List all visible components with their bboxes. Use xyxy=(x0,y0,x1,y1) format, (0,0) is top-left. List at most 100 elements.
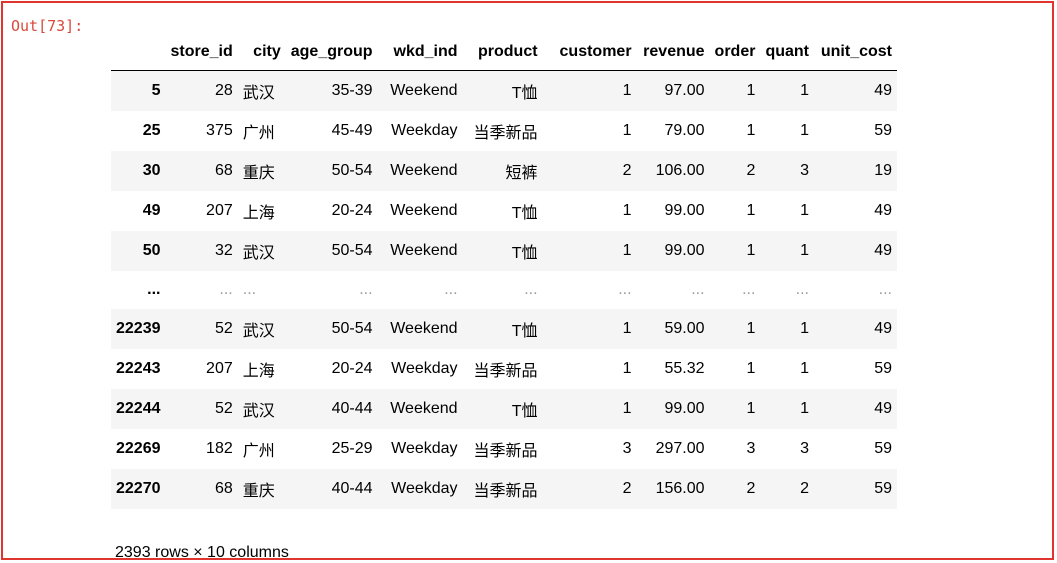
cell-quant: 1 xyxy=(800,122,809,139)
cell-quant: 3 xyxy=(800,162,809,179)
row-index: 22270 xyxy=(116,480,161,497)
cell-unit-cost: 59 xyxy=(874,480,892,497)
cell-wkd-ind: ... xyxy=(444,281,458,298)
header-row: store_id city age_group wkd_ind product … xyxy=(111,34,897,71)
table-row: 22244 52 武汉 40-44 Weekend T恤 1 99.00 1 1… xyxy=(111,389,897,429)
cell-revenue: 59.00 xyxy=(664,320,705,337)
cell-unit-cost: 49 xyxy=(874,320,892,337)
cell-city: 武汉 xyxy=(242,323,275,340)
cell-revenue: 99.00 xyxy=(664,202,705,219)
cell-store-id: 32 xyxy=(214,242,233,259)
cell-quant: 2 xyxy=(800,480,809,497)
cell-age-group: 40-44 xyxy=(331,480,373,497)
cell-product: T恤 xyxy=(511,85,538,102)
cell-age-group: ... xyxy=(359,281,373,298)
cell-store-id: 52 xyxy=(214,400,233,417)
cell-revenue: 55.32 xyxy=(664,360,705,377)
cell-customer: 2 xyxy=(622,162,632,179)
cell-customer: 1 xyxy=(622,202,632,219)
cell-order: 1 xyxy=(746,202,756,219)
cell-age-group: 40-44 xyxy=(331,400,373,417)
cell-city: 重庆 xyxy=(242,483,275,500)
cell-store-id: 182 xyxy=(206,440,233,457)
cell-age-group: 20-24 xyxy=(331,202,373,219)
cell-store-id: 207 xyxy=(206,360,233,377)
cell-revenue: 297.00 xyxy=(655,440,705,457)
row-column-count: 2393 rows × 10 columns xyxy=(115,544,289,561)
cell-age-group: 20-24 xyxy=(331,360,373,377)
cell-order: 1 xyxy=(746,360,756,377)
ellipsis-row: ... ... ... ... ... ... ... ... ... ... … xyxy=(111,271,897,309)
cell-product: T恤 xyxy=(511,323,538,340)
cell-city: 武汉 xyxy=(242,403,275,420)
cell-quant: 1 xyxy=(800,242,809,259)
cell-revenue: 99.00 xyxy=(664,400,705,417)
cell-city: 重庆 xyxy=(242,165,275,182)
cell-revenue: 156.00 xyxy=(655,480,705,497)
cell-revenue: 106.00 xyxy=(655,162,705,179)
cell-order: 1 xyxy=(746,242,756,259)
table-row: 25 375 广州 45-49 Weekday 当季新品 1 79.00 1 1… xyxy=(111,111,897,151)
cell-wkd-ind: Weekend xyxy=(390,320,458,337)
column-header-unit-cost: unit_cost xyxy=(814,34,897,71)
cell-customer: 1 xyxy=(622,400,632,417)
table-row: 30 68 重庆 50-54 Weekend 短裤 2 106.00 2 3 1… xyxy=(111,151,897,191)
dataframe-table: store_id city age_group wkd_ind product … xyxy=(111,34,897,509)
table-row: 50 32 武汉 50-54 Weekend T恤 1 99.00 1 1 49 xyxy=(111,231,897,271)
cell-wkd-ind: Weekday xyxy=(391,360,458,377)
cell-quant: 1 xyxy=(800,400,809,417)
cell-order: 1 xyxy=(746,82,756,99)
cell-age-group: 50-54 xyxy=(331,162,373,179)
cell-store-id: 68 xyxy=(214,480,233,497)
output-prompt: Out[73]: xyxy=(11,17,84,35)
cell-customer: 1 xyxy=(622,320,632,337)
column-header-customer: customer xyxy=(542,34,637,71)
column-header-city: city xyxy=(237,34,286,71)
cell-wkd-ind: Weekday xyxy=(391,122,458,139)
cell-age-group: 35-39 xyxy=(331,82,373,99)
cell-age-group: 50-54 xyxy=(331,320,373,337)
cell-product: ... xyxy=(524,281,538,298)
cell-unit-cost: ... xyxy=(878,281,892,298)
cell-customer: 1 xyxy=(622,82,632,99)
row-index: 22269 xyxy=(116,440,161,457)
cell-product: 当季新品 xyxy=(473,125,538,142)
column-header-age-group: age_group xyxy=(285,34,378,71)
cell-order: 1 xyxy=(746,122,756,139)
cell-unit-cost: 59 xyxy=(874,122,892,139)
cell-product: T恤 xyxy=(511,245,538,262)
cell-unit-cost: 59 xyxy=(874,360,892,377)
row-index: 30 xyxy=(142,162,161,179)
cell-product: 短裤 xyxy=(505,165,538,182)
column-header-wkd-ind: wkd_ind xyxy=(377,34,463,71)
cell-order: 1 xyxy=(746,320,756,337)
cell-store-id: 52 xyxy=(214,320,233,337)
cell-customer: 1 xyxy=(622,360,632,377)
column-header-index xyxy=(111,34,166,71)
cell-customer: 1 xyxy=(622,242,632,259)
cell-order: 1 xyxy=(746,400,756,417)
cell-unit-cost: 49 xyxy=(874,202,892,219)
cell-city: 广州 xyxy=(242,443,275,460)
cell-wkd-ind: Weekend xyxy=(390,400,458,417)
cell-city: 上海 xyxy=(242,363,275,380)
row-index: 22244 xyxy=(116,400,161,417)
cell-city: 武汉 xyxy=(242,245,275,262)
cell-city: 武汉 xyxy=(242,85,275,102)
row-index: 5 xyxy=(151,82,161,99)
cell-revenue: ... xyxy=(691,281,705,298)
cell-revenue: 97.00 xyxy=(664,82,705,99)
table-row: 22270 68 重庆 40-44 Weekday 当季新品 2 156.00 … xyxy=(111,469,897,509)
cell-revenue: 99.00 xyxy=(664,242,705,259)
cell-wkd-ind: Weekend xyxy=(390,82,458,99)
row-index: 50 xyxy=(142,242,161,259)
row-index: ... xyxy=(147,281,161,298)
cell-customer: 2 xyxy=(622,480,632,497)
cell-quant: 1 xyxy=(800,82,809,99)
cell-order: 2 xyxy=(746,480,756,497)
table-row: 5 28 武汉 35-39 Weekend T恤 1 97.00 1 1 49 xyxy=(111,70,897,111)
cell-wkd-ind: Weekday xyxy=(391,440,458,457)
cell-wkd-ind: Weekend xyxy=(390,162,458,179)
column-header-order: order xyxy=(709,34,761,71)
cell-unit-cost: 19 xyxy=(874,162,892,179)
